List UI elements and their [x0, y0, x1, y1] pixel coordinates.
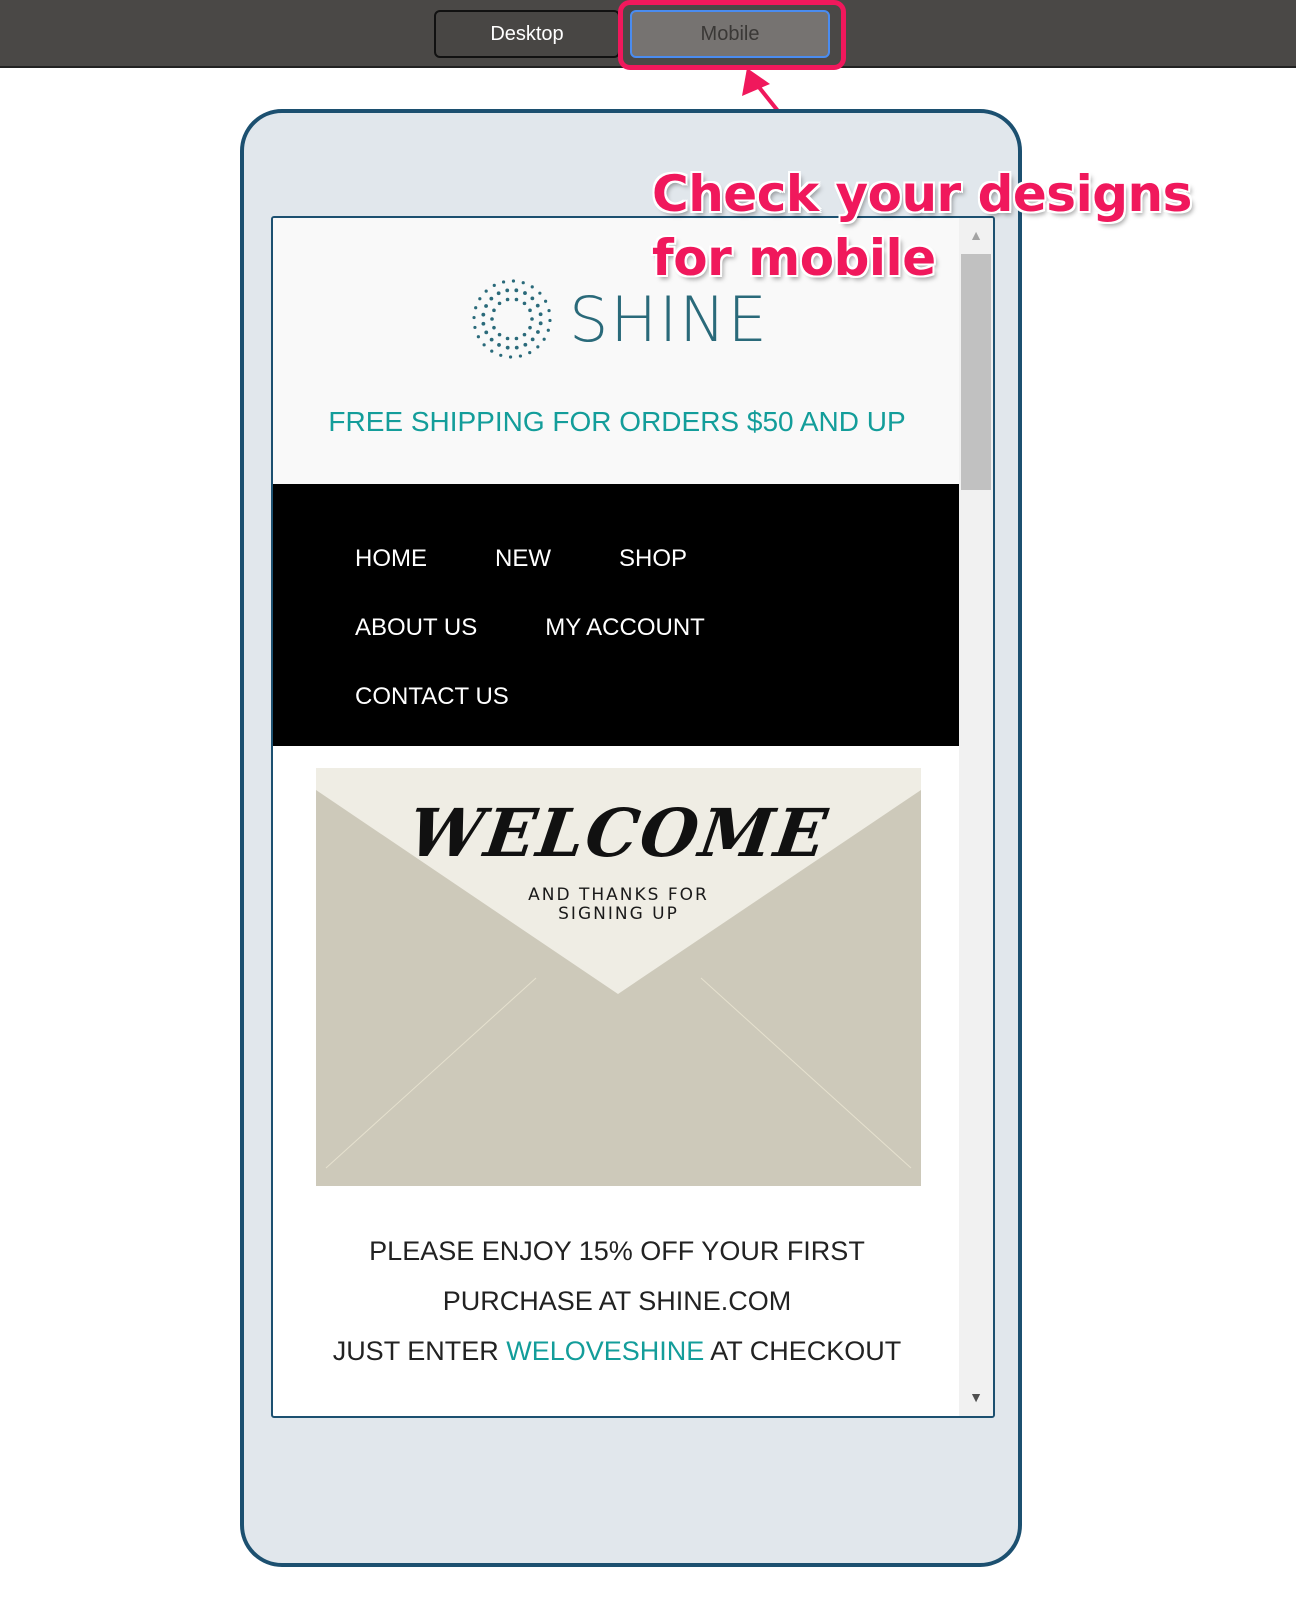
desktop-view-button[interactable]: Desktop	[434, 10, 620, 58]
logo-dot	[528, 351, 532, 355]
logo-dot	[518, 354, 523, 358]
logo-dot	[484, 304, 488, 308]
promo-code: WELOVESHINE	[506, 1336, 705, 1366]
sunburst-dots-icon	[472, 279, 552, 359]
welcome-headline: WELCOME	[403, 794, 834, 872]
logo-dot	[492, 283, 496, 287]
logo-dot	[497, 301, 502, 306]
mobile-view-button[interactable]: Mobile	[630, 10, 830, 58]
logo-dot	[492, 308, 496, 313]
logo-dot	[536, 345, 540, 349]
logo-dot	[484, 330, 489, 335]
logo-dot	[499, 353, 503, 357]
welcome-subline-1: AND THANKS FOR	[528, 885, 709, 905]
logo-dot	[538, 321, 543, 326]
logo-dot	[489, 296, 494, 301]
logo-dot	[514, 297, 519, 302]
logo-dot	[542, 337, 546, 341]
logo-dot	[521, 281, 525, 285]
nav-my-account[interactable]: MY ACCOUNT	[545, 614, 705, 642]
logo-dot	[511, 279, 516, 283]
logo-dot	[538, 291, 542, 295]
logo-dot	[508, 355, 513, 359]
email-nav: HOME NEW SHOP ABOUT US MY ACCOUNT CONTAC…	[273, 484, 961, 746]
logo-dot	[522, 332, 527, 337]
email-content: SHINE FREE SHIPPING FOR ORDERS $50 AND U…	[273, 218, 961, 1376]
mobile-preview-viewport[interactable]: SHINE FREE SHIPPING FOR ORDERS $50 AND U…	[271, 216, 995, 1418]
logo-dot	[530, 317, 534, 321]
promo-line-3-prefix: JUST ENTER	[332, 1336, 507, 1366]
annotation-callout-text: Check your designs for mobile	[652, 165, 1192, 287]
nav-new[interactable]: NEW	[495, 545, 551, 573]
logo-dot	[505, 345, 510, 350]
shipping-banner: FREE SHIPPING FOR ORDERS $50 AND UP	[328, 406, 906, 437]
logo-dot	[481, 312, 486, 317]
promo-line-3: JUST ENTER WELOVESHINE AT CHECKOUT	[273, 1326, 961, 1376]
logo-dot	[547, 308, 551, 313]
nav-row: HOME NEW SHOP	[355, 524, 961, 593]
logo-dot	[522, 301, 527, 306]
welcome-subline: AND THANKS FOR SIGNING UP	[316, 886, 921, 924]
logo-dot	[523, 291, 527, 295]
logo-dot	[482, 343, 486, 347]
logo-dot	[478, 297, 482, 301]
logo-dot	[474, 306, 478, 310]
logo-dot	[476, 335, 480, 339]
logo-dot	[514, 345, 519, 350]
logo-dot	[492, 325, 496, 330]
nav-home[interactable]: HOME	[355, 545, 427, 573]
logo-dot	[505, 297, 510, 302]
logo-dot	[489, 337, 494, 342]
promo-line-3-suffix: AT CHECKOUT	[704, 1336, 902, 1366]
logo-dot	[530, 337, 535, 342]
logo-dot	[501, 280, 506, 284]
logo-dot	[528, 308, 532, 313]
logo-dot	[528, 325, 532, 330]
logo-dot	[538, 312, 543, 317]
logo-dot	[514, 288, 519, 293]
logo-dot	[490, 317, 494, 321]
logo-dot	[514, 336, 519, 341]
nav-shop[interactable]: SHOP	[619, 545, 687, 573]
logo-dot	[548, 318, 552, 323]
logo-dot	[536, 330, 540, 334]
nav-row: ABOUT US MY ACCOUNT	[355, 593, 961, 662]
welcome-hero-image: WELCOME AND THANKS FOR SIGNING UP	[316, 768, 921, 1186]
promo-line-1: PLEASE ENJOY 15% OFF YOUR FIRST	[369, 1236, 865, 1266]
logo-dot	[497, 332, 502, 337]
logo-dot	[535, 303, 540, 308]
logo-dot	[505, 288, 510, 293]
promo-text: PLEASE ENJOY 15% OFF YOUR FIRST PURCHASE…	[273, 1226, 961, 1376]
logo-dot	[490, 349, 494, 353]
logo-dot	[484, 289, 488, 293]
logo-dot	[523, 342, 528, 347]
logo-dot	[530, 285, 534, 289]
logo-dot	[472, 315, 476, 320]
logo-dot	[473, 325, 477, 330]
nav-about-us[interactable]: ABOUT US	[355, 614, 477, 642]
logo-dot	[530, 296, 535, 301]
nav-contact-us[interactable]: CONTACT US	[355, 683, 509, 711]
nav-row: CONTACT US	[355, 662, 961, 731]
logo-dot	[505, 336, 510, 341]
logo-dot	[497, 343, 501, 347]
logo-dot	[496, 291, 501, 296]
preview-toolbar: Desktop Mobile	[0, 0, 1296, 68]
welcome-subline-2: SIGNING UP	[558, 904, 679, 924]
scroll-down-arrow-icon[interactable]: ▼	[959, 1384, 993, 1410]
logo-dot	[546, 328, 550, 332]
logo-dot	[544, 299, 548, 303]
promo-line-2: PURCHASE AT SHINE.COM	[442, 1286, 792, 1316]
logo-wordmark: SHINE	[569, 282, 769, 356]
logo-dot	[481, 321, 486, 326]
vertical-scrollbar[interactable]: ▲ ▼	[959, 218, 993, 1416]
